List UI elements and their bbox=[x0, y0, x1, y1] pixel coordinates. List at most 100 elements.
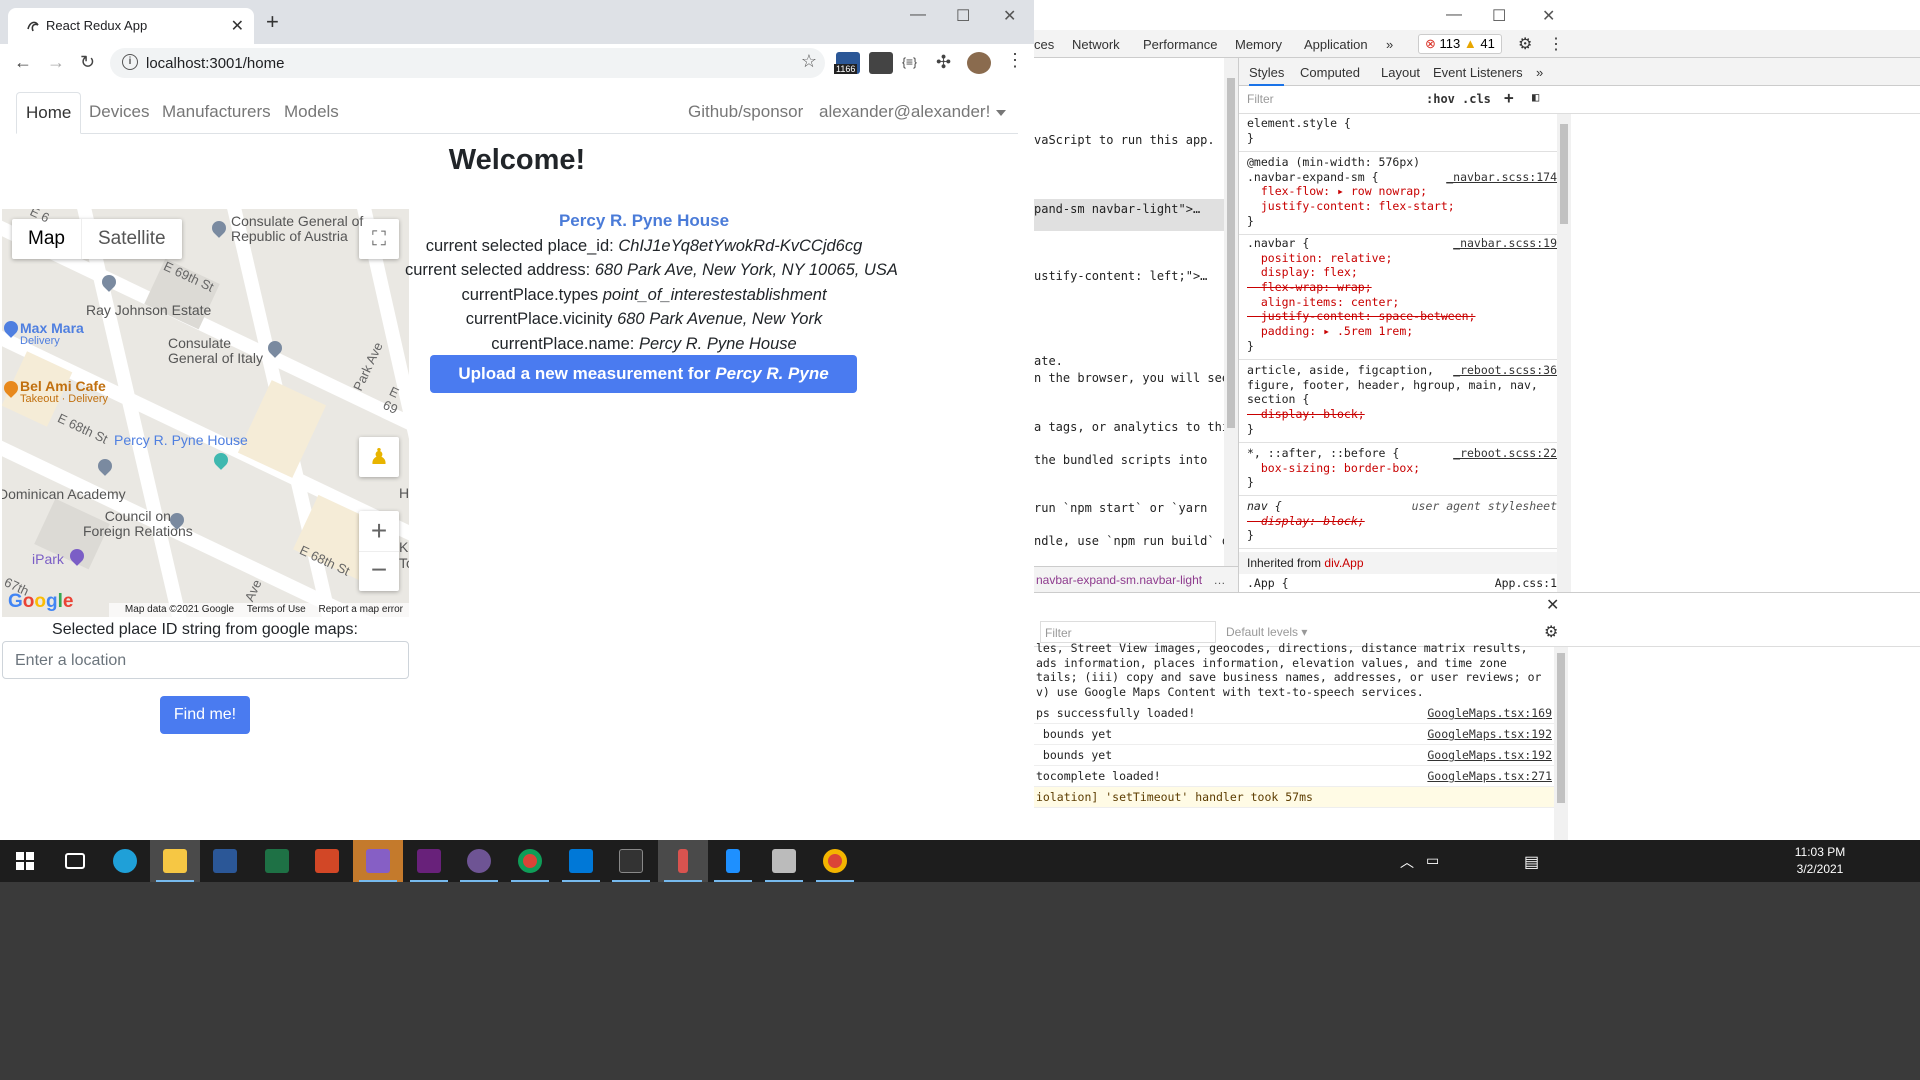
taskbar-word[interactable] bbox=[200, 840, 250, 882]
dom-line[interactable]: ndle, use `npm run build` or bbox=[1034, 534, 1236, 548]
rule-navbar[interactable]: .navbar {_navbar.scss:19 position: relat… bbox=[1239, 236, 1557, 360]
rule-element-style[interactable]: element.style { } bbox=[1239, 116, 1557, 152]
taskbar-visual-studio[interactable] bbox=[404, 840, 454, 882]
browser-menu-icon[interactable]: ⋮ bbox=[1006, 50, 1024, 71]
address-bar[interactable]: i localhost:3001/home ☆ bbox=[110, 48, 825, 78]
extension-keyboard-icon[interactable] bbox=[869, 52, 893, 74]
devtools-close-button[interactable]: ✕ bbox=[1542, 6, 1555, 26]
console-scroll-thumb[interactable] bbox=[1557, 653, 1565, 803]
notifications-icon[interactable]: ▤ bbox=[1524, 852, 1539, 872]
close-drawer-icon[interactable]: ✕ bbox=[1546, 595, 1559, 615]
rule-source-link[interactable]: _navbar.scss:174 bbox=[1446, 170, 1557, 185]
dom-line-selected[interactable]: pand-sm navbar-light">… bbox=[1034, 199, 1224, 231]
extension-braces-icon[interactable]: {≡} bbox=[902, 55, 917, 69]
tab-layout[interactable]: Layout bbox=[1381, 65, 1420, 80]
upload-measurement-button[interactable]: Upload a new measurement for Percy R. Py… bbox=[430, 355, 857, 421]
extensions-puzzle-icon[interactable]: ✣ bbox=[936, 52, 951, 73]
rule-source-link[interactable]: App.css:1 bbox=[1495, 576, 1557, 590]
tab-performance[interactable]: Performance bbox=[1143, 37, 1217, 52]
elements-scrollbar[interactable] bbox=[1224, 58, 1238, 566]
styles-filter-input[interactable]: Filter bbox=[1247, 92, 1274, 106]
console-scrollbar[interactable] bbox=[1554, 647, 1568, 841]
console-message[interactable]: bounds yet GoogleMaps.tsx:192 bbox=[1034, 724, 1554, 745]
default-levels-dropdown[interactable]: Default levels ▾ bbox=[1226, 625, 1307, 639]
map-report-link[interactable]: Report a map error bbox=[319, 604, 403, 615]
console-source-link[interactable]: GoogleMaps.tsx:271 bbox=[1427, 766, 1552, 787]
cls-toggle[interactable]: .cls bbox=[1462, 92, 1491, 106]
forward-arrow-icon[interactable]: → bbox=[47, 52, 65, 73]
taskbar-vscode[interactable] bbox=[556, 840, 606, 882]
nav-home[interactable]: Home bbox=[16, 92, 82, 134]
taskbar-powerpoint[interactable] bbox=[302, 840, 352, 882]
console-source-link[interactable]: GoogleMaps.tsx:192 bbox=[1427, 745, 1552, 766]
site-info-icon[interactable]: i bbox=[122, 54, 138, 70]
extension-counter-icon[interactable]: 1166 bbox=[834, 52, 860, 74]
console-message[interactable]: tocomplete loaded! GoogleMaps.tsx:271 bbox=[1034, 766, 1554, 787]
tab-sources[interactable]: ces bbox=[1034, 37, 1054, 52]
zoom-in-icon[interactable]: + bbox=[359, 511, 399, 551]
dom-line[interactable]: ate. bbox=[1034, 354, 1063, 368]
rule-reboot-block[interactable]: article, aside, figcaption, _reboot.scss:… bbox=[1239, 363, 1557, 443]
close-window-button[interactable]: ✕ bbox=[1003, 6, 1016, 26]
zoom-out-icon[interactable]: − bbox=[359, 551, 399, 591]
maximize-button[interactable]: ☐ bbox=[956, 6, 970, 26]
taskbar-visual-studio-highlighted[interactable] bbox=[353, 840, 403, 882]
nav-manufacturers[interactable]: Manufacturers bbox=[162, 102, 271, 122]
tray-device-icon[interactable]: ▭ bbox=[1426, 852, 1439, 869]
dom-line[interactable]: run `npm start` or `yarn bbox=[1034, 501, 1207, 515]
taskbar-chrome[interactable] bbox=[505, 840, 555, 882]
minimize-button[interactable]: — bbox=[910, 6, 926, 24]
taskbar-tool[interactable] bbox=[658, 840, 708, 882]
taskbar-file-explorer[interactable] bbox=[150, 840, 200, 882]
map-type-satellite[interactable]: Satellite bbox=[80, 219, 182, 259]
rule-navbar-expand-sm[interactable]: @media (min-width: 576px) .navbar-expand… bbox=[1239, 155, 1557, 235]
taskbar-terminal[interactable] bbox=[606, 840, 656, 882]
task-view-button[interactable] bbox=[50, 840, 100, 882]
dom-line[interactable]: vaScript to run this app. bbox=[1034, 133, 1215, 147]
rule-box-sizing[interactable]: *, ::after, ::before {_reboot.scss:22 bo… bbox=[1239, 446, 1557, 496]
styles-scroll-thumb[interactable] bbox=[1560, 124, 1568, 224]
back-arrow-icon[interactable]: ← bbox=[14, 52, 32, 73]
styles-scrollbar[interactable] bbox=[1557, 114, 1571, 592]
console-source-link[interactable]: GoogleMaps.tsx:192 bbox=[1427, 724, 1552, 745]
taskbar-chrome-2[interactable] bbox=[810, 840, 860, 882]
reload-icon[interactable]: ↻ bbox=[80, 52, 95, 73]
tab-styles-more[interactable]: » bbox=[1536, 65, 1543, 80]
console-message[interactable]: ps successfully loaded! GoogleMaps.tsx:16… bbox=[1034, 703, 1554, 724]
nav-models[interactable]: Models bbox=[284, 102, 339, 122]
taskbar-clock[interactable]: 11:03 PM 3/2/2021 bbox=[1780, 844, 1860, 878]
rule-app[interactable]: .App {App.css:1 bbox=[1247, 576, 1557, 590]
location-input[interactable]: Enter a location bbox=[2, 641, 409, 679]
tab-close-icon[interactable]: ✕ bbox=[231, 16, 244, 36]
street-view-pegman-icon[interactable]: ♟ bbox=[359, 437, 399, 477]
elements-scroll-thumb[interactable] bbox=[1227, 78, 1235, 428]
map-type-map[interactable]: Map bbox=[12, 219, 81, 259]
browser-tab[interactable]: React Redux App ✕ bbox=[8, 8, 254, 44]
devtools-minimize-button[interactable]: — bbox=[1446, 6, 1462, 24]
new-tab-button[interactable]: + bbox=[266, 11, 279, 33]
inherited-from-link[interactable]: div.App bbox=[1324, 556, 1363, 570]
bookmark-star-icon[interactable]: ☆ bbox=[801, 51, 817, 72]
devtools-maximize-button[interactable]: ☐ bbox=[1492, 6, 1506, 26]
dom-line[interactable]: the bundled scripts into bbox=[1034, 453, 1207, 467]
user-dropdown[interactable]: alexander@alexander! bbox=[819, 102, 1007, 122]
devtools-menu-icon[interactable]: ⋮ bbox=[1548, 34, 1564, 54]
taskbar-excel[interactable] bbox=[252, 840, 302, 882]
taskbar-edge[interactable] bbox=[100, 840, 150, 882]
profile-avatar[interactable] bbox=[967, 52, 991, 74]
tab-memory[interactable]: Memory bbox=[1235, 37, 1282, 52]
taskbar-app[interactable] bbox=[759, 840, 809, 882]
dom-line[interactable]: n the browser, you will see bbox=[1034, 371, 1229, 385]
taskbar-github-desktop[interactable] bbox=[454, 840, 504, 882]
tab-styles[interactable]: Styles bbox=[1249, 65, 1285, 86]
rule-source-link[interactable]: _reboot.scss:22 bbox=[1453, 446, 1557, 461]
tab-computed[interactable]: Computed bbox=[1300, 65, 1360, 80]
toggle-sidebar-icon[interactable]: ◧ bbox=[1532, 90, 1539, 104]
hov-toggle[interactable]: :hov bbox=[1426, 92, 1455, 106]
nav-github-sponsor[interactable]: Github/sponsor bbox=[688, 102, 803, 122]
dom-line[interactable]: a tags, or analytics to this bbox=[1034, 420, 1236, 434]
rule-source-link[interactable]: _reboot.scss:36 bbox=[1453, 363, 1557, 378]
dom-line[interactable]: ustify-content: left;">… bbox=[1034, 269, 1207, 283]
tab-more[interactable]: » bbox=[1386, 37, 1393, 52]
tab-application[interactable]: Application bbox=[1304, 37, 1368, 52]
